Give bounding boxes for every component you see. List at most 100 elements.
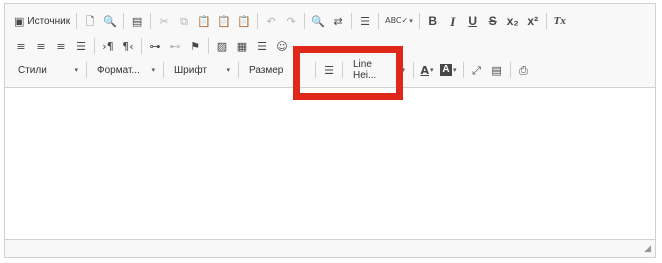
link-button[interactable]: ⊶ xyxy=(145,35,165,57)
background-color-icon: A xyxy=(440,64,452,76)
print-icon: ⎙ xyxy=(519,63,528,77)
rtl-button[interactable]: ¶‹ xyxy=(118,35,138,57)
separator xyxy=(462,62,464,78)
unlink-button[interactable]: ⊷ xyxy=(165,35,185,57)
separator xyxy=(141,38,142,54)
background-color-button[interactable]: A ▾ xyxy=(437,59,460,81)
select-all-icon: ☰ xyxy=(360,14,371,28)
paste-word-icon: 📋 xyxy=(237,14,251,28)
smiley-icon: ☺ xyxy=(276,39,288,53)
templates-button[interactable]: ▤ xyxy=(127,10,147,32)
align-justify-button[interactable]: ☰ xyxy=(71,35,91,57)
editor-status-bar: ◢ xyxy=(5,239,655,257)
superscript-button[interactable]: x² xyxy=(523,10,543,32)
font-dropdown[interactable]: Шрифт ▾ xyxy=(167,60,235,80)
align-center-button[interactable]: ≡ xyxy=(31,35,51,57)
paste-button[interactable]: 📋 xyxy=(194,10,214,32)
separator xyxy=(418,13,420,29)
find-icon: 🔍 xyxy=(311,14,325,28)
separator xyxy=(86,62,87,78)
subscript-button[interactable]: x₂ xyxy=(503,10,523,32)
paste-word-button[interactable]: 📋 xyxy=(234,10,254,32)
format-dropdown[interactable]: Формат... ▾ xyxy=(90,60,160,80)
editor-toolbar: ▣ Источник 🗋 🔍 ▤ ✂ ⧉ 📋 📋 📋 ↶ ↷ 🔍 ⇄ ☰ ABC… xyxy=(5,4,655,88)
align-right-button[interactable]: ≡ xyxy=(51,35,71,57)
separator xyxy=(123,13,125,29)
bold-button[interactable]: B xyxy=(423,10,443,32)
indent-button[interactable]: ☰ xyxy=(319,59,339,81)
paste-text-button[interactable]: 📋 xyxy=(214,10,234,32)
table-button[interactable]: ▦ xyxy=(232,35,252,57)
ltr-button[interactable]: ›¶ xyxy=(98,35,118,57)
cut-icon: ✂ xyxy=(159,14,169,28)
separator xyxy=(238,62,239,78)
bold-icon: B xyxy=(428,14,438,28)
maximize-button[interactable]: ⤢ xyxy=(467,59,487,81)
chevron-down-icon: ▾ xyxy=(453,67,457,74)
undo-button[interactable]: ↶ xyxy=(261,10,281,32)
subscript-icon: x₂ xyxy=(506,14,519,28)
paste-icon: 📋 xyxy=(197,14,211,28)
redo-button[interactable]: ↷ xyxy=(281,10,301,32)
print-button[interactable]: ⎙ xyxy=(514,59,534,81)
italic-button[interactable]: I xyxy=(443,10,463,32)
separator xyxy=(163,62,164,78)
remove-format-icon: Tx xyxy=(553,14,566,27)
text-color-button[interactable]: A ▾ xyxy=(417,59,437,81)
font-size-dropdown[interactable]: Размер xyxy=(242,60,312,80)
toolbar-row-1: ▣ Источник 🗋 🔍 ▤ ✂ ⧉ 📋 📋 📋 ↶ ↷ 🔍 ⇄ ☰ ABC… xyxy=(11,10,570,32)
paste-text-icon: 📋 xyxy=(217,14,231,28)
separator xyxy=(315,62,316,78)
horizontal-rule-button[interactable]: ☰ xyxy=(252,35,272,57)
superscript-icon: x² xyxy=(527,14,539,28)
select-all-button[interactable]: ☰ xyxy=(355,10,375,32)
align-left-button[interactable]: ≡ xyxy=(11,35,31,57)
separator xyxy=(150,13,152,29)
replace-button[interactable]: ⇄ xyxy=(328,10,348,32)
source-icon: ▣ xyxy=(14,14,25,28)
source-label: Источник xyxy=(27,15,71,27)
separator xyxy=(509,62,511,78)
styles-dropdown[interactable]: Стили ▾ xyxy=(11,60,83,80)
align-left-icon: ≡ xyxy=(16,39,26,53)
redo-icon: ↷ xyxy=(286,14,296,28)
spellcheck-button[interactable]: ABC✓ ▾ xyxy=(382,10,416,32)
styles-dropdown-label: Стили xyxy=(18,64,47,76)
line-height-dropdown[interactable]: Line Hei... ▾ xyxy=(346,59,410,81)
source-button[interactable]: ▣ Источник xyxy=(11,10,73,32)
strikethrough-icon: S xyxy=(488,14,497,28)
separator xyxy=(208,38,209,54)
find-button[interactable]: 🔍 xyxy=(308,10,328,32)
copy-icon: ⧉ xyxy=(180,14,189,28)
italic-icon: I xyxy=(450,13,456,29)
smiley-button[interactable]: ☺ xyxy=(272,35,292,57)
link-icon: ⊶ xyxy=(149,39,161,53)
new-page-button[interactable]: 🗋 xyxy=(80,10,100,32)
underline-button[interactable]: U xyxy=(463,10,483,32)
toolbar-row-3: Стили ▾ Формат... ▾ Шрифт ▾ Размер ☰ Lin… xyxy=(11,59,534,81)
spellcheck-icon: ABC✓ xyxy=(385,16,409,25)
show-blocks-button[interactable]: ▤ xyxy=(487,59,507,81)
image-button[interactable]: ▨ xyxy=(212,35,232,57)
anchor-button[interactable]: ⚑ xyxy=(185,35,205,57)
separator xyxy=(342,62,343,78)
indent-icon: ☰ xyxy=(324,63,334,77)
separator xyxy=(257,13,259,29)
flag-icon: ⚑ xyxy=(190,39,200,53)
editor-content-area[interactable] xyxy=(5,89,655,239)
copy-button[interactable]: ⧉ xyxy=(174,10,194,32)
text-color-icon: A xyxy=(420,63,429,77)
remove-format-button[interactable]: Tx xyxy=(550,10,570,32)
separator xyxy=(378,13,380,29)
table-icon: ▦ xyxy=(236,39,248,53)
preview-button[interactable]: 🔍 xyxy=(100,10,120,32)
strikethrough-button[interactable]: S xyxy=(483,10,503,32)
preview-icon: 🔍 xyxy=(103,14,117,28)
resize-handle-icon[interactable]: ◢ xyxy=(644,243,651,254)
chevron-down-icon: ▾ xyxy=(401,67,405,74)
align-center-icon: ≡ xyxy=(36,39,46,53)
image-icon: ▨ xyxy=(216,39,228,53)
line-height-dropdown-label: Line Hei... xyxy=(353,59,377,81)
cut-button[interactable]: ✂ xyxy=(154,10,174,32)
chevron-down-icon: ▾ xyxy=(226,67,230,74)
